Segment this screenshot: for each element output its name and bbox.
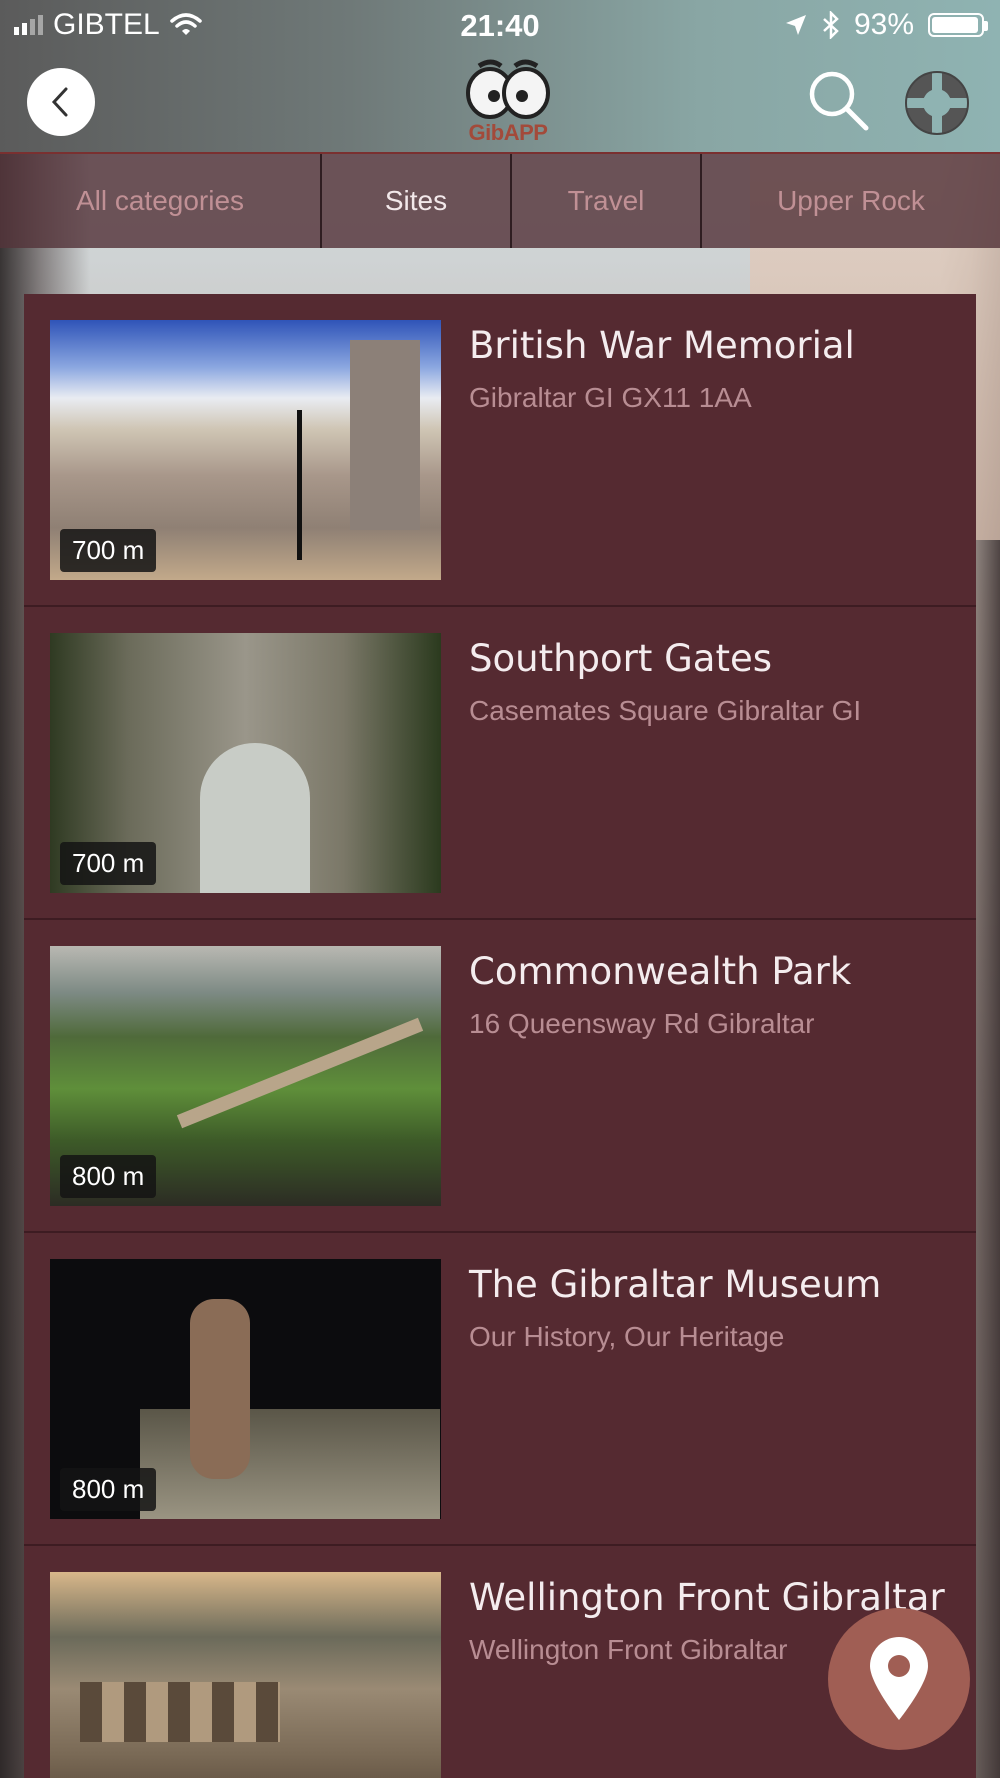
place-photo: 700 m [50, 633, 441, 893]
photo-path [176, 1017, 424, 1129]
bluetooth-icon [823, 11, 839, 39]
top-bar: GIBTEL 21:40 93% GibAPP [0, 0, 1000, 152]
map-button[interactable] [828, 1608, 970, 1750]
tab-upper-rock[interactable]: Upper Rock [702, 154, 1000, 248]
place-photo [50, 1572, 441, 1778]
distance-badge: 700 m [60, 842, 157, 885]
distance-badge: 800 m [60, 1468, 157, 1511]
battery-percent: 93% [853, 8, 914, 41]
distance-badge: 700 m [60, 529, 157, 572]
photo-floor [140, 1409, 440, 1519]
photo-lamp-post [297, 410, 302, 560]
place-title: Southport Gates [469, 637, 773, 680]
place-photo: 800 m [50, 1259, 441, 1519]
map-pin-icon [870, 1637, 928, 1720]
list-item[interactable]: 700 m Southport Gates Casemates Square G… [24, 607, 976, 920]
place-subtitle: 16 Queensway Rd Gibraltar [469, 1008, 815, 1039]
back-button[interactable] [27, 68, 95, 136]
place-title: The Gibraltar Museum [469, 1263, 882, 1306]
gibapp-logo[interactable]: GibAPP [459, 56, 557, 146]
place-subtitle: Casemates Square Gibraltar GI [469, 695, 862, 726]
photo-archway [200, 743, 310, 893]
search-icon[interactable] [806, 68, 870, 132]
list-item[interactable]: 800 m The Gibraltar Museum Our History, … [24, 1233, 976, 1546]
places-list: 700 m British War Memorial Gibraltar GI … [24, 294, 976, 1778]
photo-tower [350, 340, 420, 530]
list-item[interactable]: 700 m British War Memorial Gibraltar GI … [24, 294, 976, 607]
location-arrow-icon [785, 15, 806, 35]
chevron-left-icon [51, 87, 68, 117]
place-subtitle: Wellington Front Gibraltar [469, 1634, 788, 1665]
tab-all-categories[interactable]: All categories [0, 154, 322, 248]
place-photo: 700 m [50, 320, 441, 580]
place-title: British War Memorial [469, 324, 855, 367]
photo-figures [190, 1299, 250, 1479]
place-subtitle: Our History, Our Heritage [469, 1321, 785, 1352]
status-right: 93% [784, 8, 988, 42]
logo-text: GibAPP [468, 120, 548, 145]
distance-badge: 800 m [60, 1155, 157, 1198]
place-photo: 800 m [50, 946, 441, 1206]
tab-sites[interactable]: Sites [322, 154, 512, 248]
lifebuoy-icon[interactable] [902, 68, 972, 138]
tab-travel[interactable]: Travel [512, 154, 702, 248]
place-subtitle: Gibraltar GI GX11 1AA [469, 382, 752, 413]
battery-icon [928, 13, 988, 37]
place-title: Commonwealth Park [469, 950, 852, 993]
photo-arches [80, 1682, 280, 1742]
status-bar: GIBTEL 21:40 93% [0, 0, 1000, 50]
owl-eyes-icon [466, 59, 550, 119]
list-item[interactable]: 800 m Commonwealth Park 16 Queensway Rd … [24, 920, 976, 1233]
category-tabs: All categories Sites Travel Upper Rock [0, 152, 1000, 248]
